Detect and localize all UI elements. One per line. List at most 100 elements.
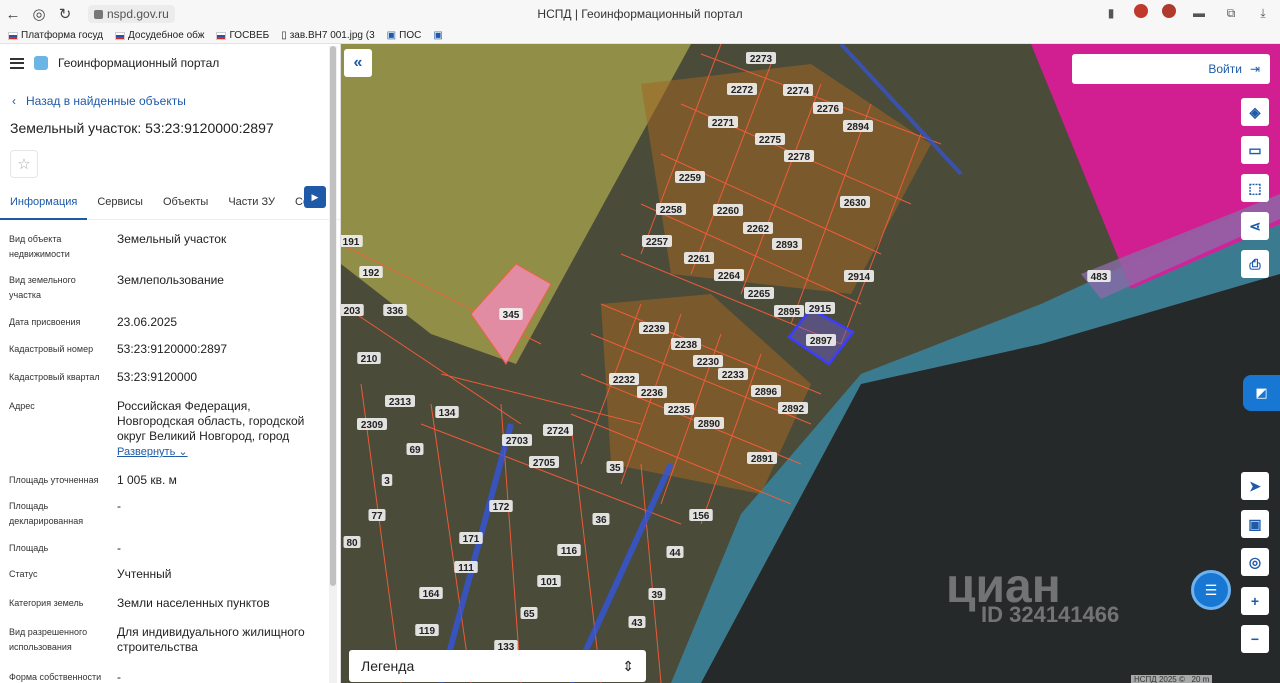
bookmark-icon[interactable]: ▮ — [1102, 4, 1120, 22]
tab-services[interactable]: Сервисы — [87, 194, 153, 220]
parcel-label[interactable]: 2915 — [809, 304, 832, 315]
collapse-panel-button[interactable]: « — [344, 49, 372, 77]
tab-parts[interactable]: Части ЗУ — [218, 194, 285, 220]
bookmark-item[interactable]: ▣ ПОС — [387, 30, 422, 41]
parcel-label[interactable]: 2239 — [643, 324, 666, 335]
parcel-label[interactable]: 77 — [371, 511, 383, 522]
parcel-label[interactable]: 44 — [669, 548, 681, 559]
parcel-label[interactable]: 336 — [387, 306, 404, 317]
parcel-label[interactable]: 2705 — [533, 458, 556, 469]
zoom-out-button[interactable]: − — [1241, 625, 1269, 653]
parcel-label[interactable]: 119 — [419, 626, 436, 637]
bookmark-item[interactable]: ▣ — [433, 30, 442, 41]
parcel-label[interactable]: 2262 — [747, 224, 770, 235]
parcel-label[interactable]: 35 — [609, 463, 621, 474]
parcel-label[interactable]: 111 — [458, 563, 474, 574]
parcel-label[interactable]: 2238 — [675, 340, 698, 351]
select-area-button[interactable]: ⬚ — [1241, 174, 1269, 202]
favorite-star-icon[interactable]: ☆ — [10, 150, 38, 178]
parcel-label[interactable]: 2274 — [787, 86, 810, 97]
parcel-label[interactable]: 39 — [651, 590, 663, 601]
puzzle-icon[interactable]: ⧉ — [1222, 4, 1240, 22]
parcel-label[interactable]: 2265 — [748, 289, 771, 300]
parcel-label[interactable]: 2261 — [688, 254, 711, 265]
zoom-in-button[interactable]: + — [1241, 587, 1269, 615]
parcel-label[interactable]: 2313 — [389, 397, 412, 408]
download-icon[interactable]: ⤓ — [1254, 4, 1272, 22]
parcel-label[interactable]: 156 — [693, 511, 710, 522]
layers-button[interactable]: ◈ — [1241, 98, 1269, 126]
parcel-label[interactable]: 164 — [423, 589, 440, 600]
parcel-label[interactable]: 2271 — [712, 118, 735, 129]
parcel-label[interactable]: 2258 — [660, 205, 683, 216]
scrollbar-thumb[interactable] — [330, 46, 336, 586]
measure-button[interactable]: ▭ — [1241, 136, 1269, 164]
parcel-label[interactable]: 2259 — [679, 173, 702, 184]
parcel-label[interactable]: 2914 — [848, 272, 871, 283]
extension-icon[interactable]: ▬ — [1190, 4, 1208, 22]
back-to-results-link[interactable]: ‹ Назад в найденные объекты — [12, 94, 340, 108]
parcel-label[interactable]: 2894 — [847, 122, 870, 133]
parcel-label[interactable]: 2897 — [810, 336, 833, 347]
share-button[interactable]: ⋖ — [1241, 212, 1269, 240]
home-icon[interactable]: ◎ — [26, 0, 52, 28]
parcel-label[interactable]: 191 — [343, 237, 360, 248]
parcel-label[interactable]: 2272 — [731, 85, 754, 96]
extension-icon[interactable] — [1134, 4, 1148, 18]
parcel-label[interactable]: 2257 — [646, 237, 669, 248]
login-button[interactable]: Войти ⇥ — [1072, 54, 1270, 84]
map-view[interactable]: 2273 2272 2274 2276 2271 2275 2894 2278 2259 2630… — [341, 44, 1280, 683]
parcel-label[interactable]: 203 — [344, 306, 361, 317]
parcel-label[interactable]: 65 — [523, 609, 535, 620]
parcel-label[interactable]: 101 — [541, 577, 558, 588]
parcel-label[interactable]: 2724 — [547, 426, 570, 437]
tabs-scroll-right-icon[interactable]: ▶ — [304, 186, 326, 208]
parcel-label[interactable]: 483 — [1091, 272, 1108, 283]
parcel-label[interactable]: 2233 — [722, 370, 745, 381]
bookmark-item[interactable]: ГОСВЕБ — [216, 30, 269, 41]
expand-address-link[interactable]: Развернуть ⌄ — [117, 445, 188, 458]
parcel-label[interactable]: 2276 — [817, 104, 840, 115]
tab-objects[interactable]: Объекты — [153, 194, 218, 220]
parcel-label[interactable]: 116 — [561, 546, 578, 557]
parcel-label[interactable]: 2236 — [641, 388, 664, 399]
minimap-button[interactable]: ▣ — [1241, 510, 1269, 538]
parcel-label[interactable]: 2260 — [717, 206, 740, 217]
parcel-label[interactable]: 2892 — [782, 404, 805, 415]
reload-icon[interactable]: ↻ — [52, 0, 78, 28]
parcel-label[interactable]: 2630 — [844, 198, 867, 209]
parcel-label[interactable]: 3 — [384, 476, 390, 487]
parcel-label[interactable]: 171 — [463, 534, 480, 545]
parcel-label[interactable]: 69 — [409, 445, 421, 456]
bookmark-item[interactable]: ▯ зав.ВН7 001.jpg (3 — [281, 30, 374, 41]
parcel-label[interactable]: 134 — [439, 408, 456, 419]
parcel-label[interactable]: 2309 — [361, 420, 384, 431]
bookmark-item[interactable]: Платформа госуд — [8, 30, 103, 41]
parcel-label[interactable]: 80 — [346, 538, 358, 549]
bookmark-item[interactable]: Досудебное обж — [115, 30, 204, 41]
parcel-label[interactable]: 2890 — [698, 419, 721, 430]
parcel-label[interactable]: 36 — [595, 515, 607, 526]
extension-icon[interactable] — [1162, 4, 1176, 18]
chat-button[interactable]: ☰ — [1191, 570, 1231, 610]
parcel-label[interactable]: 210 — [361, 354, 378, 365]
parcel-label[interactable]: 2278 — [788, 152, 811, 163]
back-arrow-icon[interactable]: ← — [0, 0, 26, 28]
parcel-label[interactable]: 2895 — [778, 307, 801, 318]
parcel-label[interactable]: 2264 — [718, 271, 741, 282]
locate-button[interactable]: ➤ — [1241, 472, 1269, 500]
parcel-label[interactable]: 2891 — [751, 454, 774, 465]
parcel-label[interactable]: 345 — [503, 310, 520, 321]
parcel-label[interactable]: 2893 — [776, 240, 799, 251]
geolocation-button[interactable]: ◎ — [1241, 548, 1269, 576]
panel-scrollbar[interactable] — [329, 46, 337, 683]
parcel-label[interactable]: 172 — [493, 502, 510, 513]
map-canvas[interactable]: 2273 2272 2274 2276 2271 2275 2894 2278 2259 2630… — [341, 44, 1280, 683]
parcel-label[interactable]: 2896 — [755, 387, 778, 398]
side-widget-button[interactable]: ◩ — [1243, 375, 1280, 411]
parcel-label[interactable]: 43 — [631, 618, 643, 629]
parcel-label[interactable]: 192 — [363, 268, 380, 279]
parcel-label[interactable]: 2230 — [697, 357, 720, 368]
legend-dropdown[interactable]: Легенда ⇕ — [349, 650, 646, 682]
parcel-label[interactable]: 2275 — [759, 135, 782, 146]
